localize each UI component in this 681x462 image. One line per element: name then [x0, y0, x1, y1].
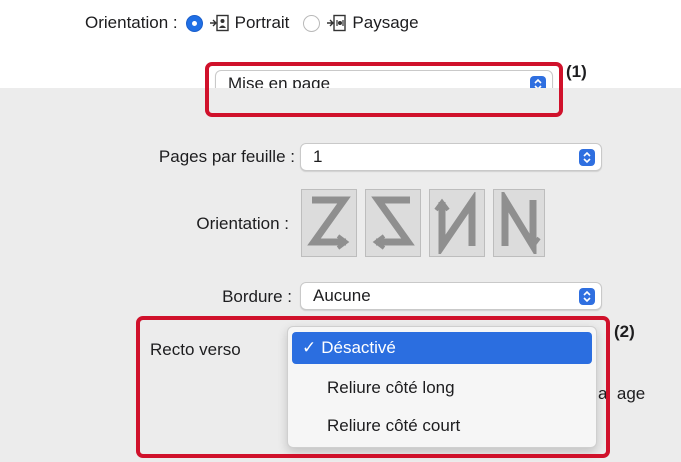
layout-reverse-z-icon — [371, 196, 415, 250]
layout-reverse-n-icon — [434, 192, 476, 254]
pages-per-sheet-popup[interactable]: 1 — [300, 143, 602, 171]
layout-direction-label: Orientation : — [196, 214, 289, 233]
landscape-label[interactable]: Paysage — [352, 13, 418, 33]
layout-reverse-z-button[interactable] — [365, 189, 421, 257]
portrait-label[interactable]: Portrait — [235, 13, 290, 33]
popup-stepper-icon — [579, 288, 595, 305]
pages-per-sheet-label: Pages par feuille : — [158, 147, 295, 166]
page-orientation-row: Orientation : Portrait Paysage — [85, 10, 433, 36]
layout-z-button[interactable] — [301, 189, 357, 257]
callout-1: (1) — [566, 62, 587, 81]
landscape-radio[interactable] — [303, 14, 321, 32]
highlight-box-1 — [205, 62, 563, 117]
popup-stepper-icon — [579, 149, 595, 166]
pages-per-sheet-value: 1 — [313, 147, 323, 166]
layout-n-button[interactable] — [493, 189, 545, 257]
border-value: Aucune — [313, 286, 371, 305]
landscape-icon — [326, 14, 347, 32]
layout-n-icon — [501, 192, 541, 254]
border-label: Bordure : — [222, 287, 292, 306]
layout-reverse-n-button[interactable] — [429, 189, 485, 257]
layout-z-icon — [307, 196, 351, 250]
portrait-icon — [209, 14, 229, 32]
highlight-box-2 — [136, 316, 610, 458]
callout-2: (2) — [614, 322, 635, 341]
page-orientation-label: Orientation : — [85, 13, 178, 32]
portrait-radio[interactable] — [185, 14, 203, 32]
border-popup[interactable]: Aucune — [300, 282, 602, 310]
